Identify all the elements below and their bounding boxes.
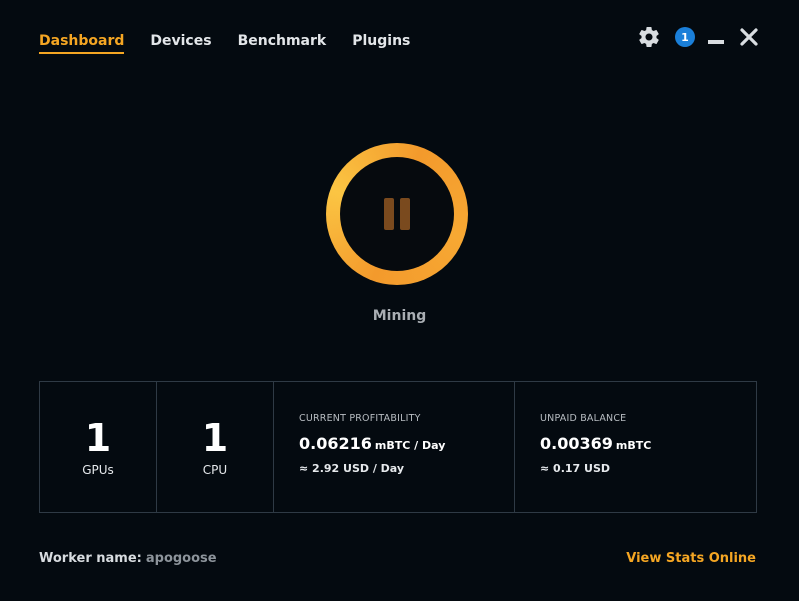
cpu-label: CPU [202, 463, 228, 477]
worker-label: Worker name: [39, 551, 142, 566]
balance-title: UNPAID BALANCE [540, 413, 627, 424]
tab-dashboard[interactable]: Dashboard [39, 33, 125, 54]
notification-badge[interactable]: 1 [675, 27, 695, 47]
pause-icon [340, 157, 454, 271]
mining-ring[interactable] [326, 143, 468, 285]
profitability-unit: mBTC / Day [374, 439, 446, 452]
profitability-value: 0.06216 [299, 434, 372, 453]
minimize-icon[interactable] [707, 27, 725, 47]
gpu-count-card: 1 GPUs [40, 382, 157, 512]
balance-usd: ≈ 0.17 USD [540, 462, 611, 475]
tab-benchmark[interactable]: Benchmark [238, 33, 327, 54]
window-controls: 1 [637, 24, 759, 50]
main-nav: Dashboard Devices Benchmark Plugins [39, 33, 436, 54]
gpu-count: 1 [84, 416, 112, 460]
close-icon[interactable] [739, 27, 759, 47]
tab-devices[interactable]: Devices [150, 33, 211, 54]
profitability-title: CURRENT PROFITABILITY [299, 413, 421, 424]
view-stats-online-link[interactable]: View Stats Online [626, 551, 756, 566]
gear-icon[interactable] [637, 25, 661, 49]
profitability-usd: ≈ 2.92 USD / Day [299, 462, 405, 475]
mining-status-label: Mining [372, 308, 427, 324]
balance-main: 0.00369 mBTC [540, 434, 651, 453]
profitability-main: 0.06216 mBTC / Day [299, 434, 445, 453]
gpu-label: GPUs [82, 463, 114, 477]
balance-card: UNPAID BALANCE 0.00369 mBTC ≈ 0.17 USD [515, 382, 755, 512]
profitability-card: CURRENT PROFITABILITY 0.06216 mBTC / Day … [274, 382, 515, 512]
mining-toggle[interactable] [326, 143, 468, 285]
worker-name: Worker name: apogoose [39, 551, 217, 566]
worker-value: apogoose [145, 551, 217, 566]
cpu-count-card: 1 CPU [157, 382, 274, 512]
stats-panel: 1 GPUs 1 CPU CURRENT PROFITABILITY 0.062… [39, 381, 757, 513]
cpu-count: 1 [201, 416, 229, 460]
balance-unit: mBTC [615, 439, 652, 452]
tab-plugins[interactable]: Plugins [352, 33, 410, 54]
balance-value: 0.00369 [540, 434, 613, 453]
